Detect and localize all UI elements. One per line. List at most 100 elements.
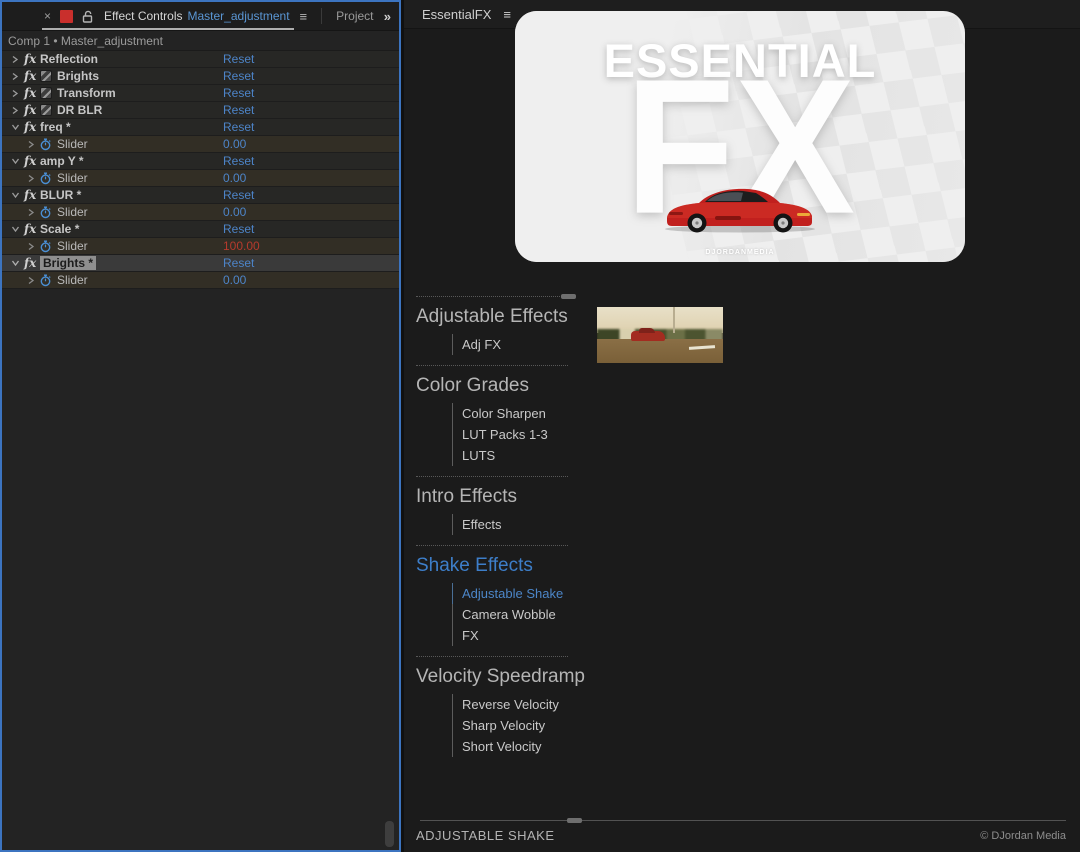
slider-label[interactable]: Slider [57,273,88,287]
stopwatch-icon[interactable] [39,240,52,253]
slider-value[interactable]: 0.00 [223,273,246,287]
effect-row-reflection[interactable]: fx Reflection Reset [2,51,399,68]
stopwatch-icon[interactable] [39,206,52,219]
slider-row[interactable]: Slider 100.00 [2,238,399,255]
effect-name[interactable]: Reflection [40,52,98,66]
panel-menu-icon[interactable]: ≡ [503,7,511,22]
section-divider [416,296,568,297]
stopwatch-icon[interactable] [39,138,52,151]
fx-item-fx[interactable]: FX [452,625,572,646]
reset-link[interactable]: Reset [223,86,254,100]
effect-name[interactable]: freq * [40,120,71,134]
slider-row[interactable]: Slider 0.00 [2,272,399,289]
slider-value-modified[interactable]: 100.00 [223,239,260,253]
effect-name[interactable]: Brights [57,69,99,83]
effect-rows: fx Reflection Reset fx Brights Reset fx … [2,51,399,289]
reset-link[interactable]: Reset [223,188,254,202]
stopwatch-icon[interactable] [39,274,52,287]
chevron-right-icon[interactable] [26,208,36,217]
chevron-right-icon[interactable] [26,140,36,149]
chevron-down-icon[interactable] [10,157,20,165]
reset-link[interactable]: Reset [223,103,254,117]
effect-row-dr-blr[interactable]: fx DR BLR Reset [2,102,399,119]
chevron-down-icon[interactable] [10,191,20,199]
section-velocity-speedramp[interactable]: Velocity Speedramp [416,666,572,688]
effect-row-brights[interactable]: fx Brights Reset [2,68,399,85]
effect-row-blur[interactable]: fx BLUR * Reset [2,187,399,204]
fx-item-camera-wobble[interactable]: Camera Wobble [452,604,572,625]
divider-grip[interactable] [561,294,576,299]
slider-value[interactable]: 0.00 [223,171,246,185]
fx-category-list: Adjustable Effects Adj FX Color Grades C… [416,296,572,767]
divider-grip[interactable] [567,818,582,823]
chevron-down-icon[interactable] [10,123,20,131]
effect-row-scale[interactable]: fx Scale * Reset [2,221,399,238]
section-intro-effects[interactable]: Intro Effects [416,486,572,508]
effect-row-transform[interactable]: fx Transform Reset [2,85,399,102]
reset-link[interactable]: Reset [223,120,254,134]
slider-row[interactable]: Slider 0.00 [2,170,399,187]
effect-name[interactable]: Scale * [40,222,79,236]
fx-item-sharp-velocity[interactable]: Sharp Velocity [452,715,572,736]
selected-effect-label: ADJUSTABLE SHAKE [416,828,555,843]
chevron-right-icon[interactable] [10,89,20,98]
fx-item-lut-packs[interactable]: LUT Packs 1-3 [452,424,572,445]
tab-essentialfx[interactable]: EssentialFX [422,7,491,22]
chevron-down-icon[interactable] [10,259,20,267]
reset-link[interactable]: Reset [223,52,254,66]
slider-label[interactable]: Slider [57,171,88,185]
effect-name[interactable]: Transform [57,86,116,100]
fx-item-effects[interactable]: Effects [452,514,572,535]
fx-item-adj-fx[interactable]: Adj FX [452,334,572,355]
vertical-scrollbar-thumb[interactable] [385,821,394,847]
left-panel-tabbar: × Effect Controls Master_adjustment ≡ Pr… [2,2,399,31]
reset-link[interactable]: Reset [223,256,254,270]
reset-link[interactable]: Reset [223,69,254,83]
fx-badge-icon: fx [24,69,40,83]
fx-item-adjustable-shake[interactable]: Adjustable Shake [452,583,572,604]
panel-menu-icon[interactable]: ≡ [300,9,308,24]
slider-value[interactable]: 0.00 [223,137,246,151]
fx-item-reverse-velocity[interactable]: Reverse Velocity [452,694,572,715]
fx-item-luts[interactable]: LUTS [452,445,572,466]
reset-link[interactable]: Reset [223,222,254,236]
chevron-right-icon[interactable] [10,72,20,81]
chevron-right-icon[interactable] [10,55,20,64]
comp-breadcrumb: Comp 1 • Master_adjustment [2,31,399,51]
effect-preview-thumbnail[interactable] [597,307,723,363]
effect-name[interactable]: BLUR * [40,188,81,202]
tab-project[interactable]: Project [336,9,373,23]
fx-item-color-sharpen[interactable]: Color Sharpen [452,403,572,424]
section-adjustable-effects[interactable]: Adjustable Effects [416,306,572,328]
section-color-grades[interactable]: Color Grades [416,375,572,397]
fx-item-short-velocity[interactable]: Short Velocity [452,736,572,757]
chevron-right-icon[interactable] [10,106,20,115]
slider-row[interactable]: Slider 0.00 [2,204,399,221]
tab-overflow-icon[interactable]: » [384,9,391,24]
thumbnail-red-car [631,331,665,341]
chevron-down-icon[interactable] [10,225,20,233]
tab-effect-controls[interactable]: Effect Controls [104,9,182,23]
slider-label[interactable]: Slider [57,239,88,253]
effect-name[interactable]: DR BLR [57,103,102,117]
reset-link[interactable]: Reset [223,154,254,168]
effect-row-freq[interactable]: fx freq * Reset [2,119,399,136]
effect-row-amp-y[interactable]: fx amp Y * Reset [2,153,399,170]
unlock-icon[interactable] [82,10,94,23]
section-divider [416,476,568,477]
effect-row-brights-selected[interactable]: fx Brights * Reset [2,255,399,272]
slider-value[interactable]: 0.00 [223,205,246,219]
chevron-right-icon[interactable] [26,242,36,251]
hero-watermark: DJORDANMEDIA [515,249,965,256]
slider-row[interactable]: Slider 0.00 [2,136,399,153]
chevron-right-icon[interactable] [26,276,36,285]
slider-label[interactable]: Slider [57,137,88,151]
close-icon[interactable]: × [44,9,51,23]
slider-label[interactable]: Slider [57,205,88,219]
stopwatch-icon[interactable] [39,172,52,185]
chevron-right-icon[interactable] [26,174,36,183]
tab-effect-controls-target[interactable]: Master_adjustment [188,9,290,23]
effect-name-selected[interactable]: Brights * [40,256,96,270]
effect-name[interactable]: amp Y * [40,154,84,168]
section-shake-effects[interactable]: Shake Effects [416,555,572,577]
